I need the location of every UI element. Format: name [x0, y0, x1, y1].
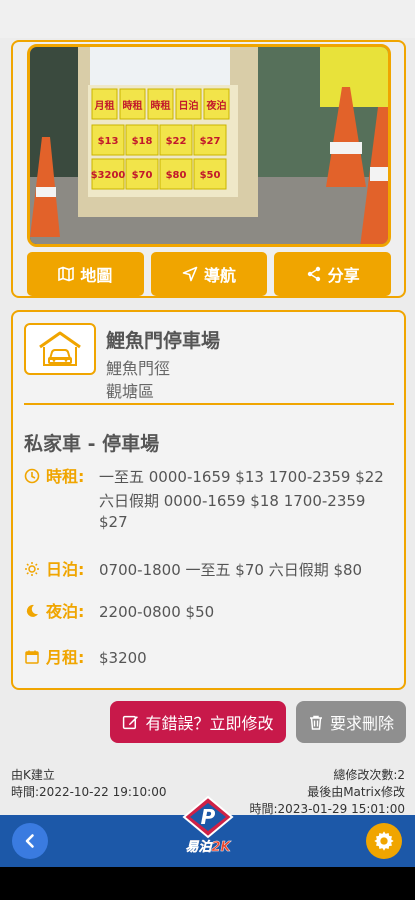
logo-text: 易泊2K [185, 839, 231, 855]
share-button-label: 分享 [327, 266, 360, 285]
edit-icon [123, 715, 139, 729]
map-button[interactable]: 地圖 [27, 252, 144, 296]
booth-price-text: $22 [166, 136, 187, 147]
hourly-rate-label: 時租: [46, 467, 85, 486]
hourly-rate-line1: 一至五 0000-1659 $13 1700-2359 $22 [99, 468, 384, 486]
gear-icon [374, 831, 394, 851]
booth-price-text: $50 [200, 170, 221, 181]
share-icon [307, 266, 320, 282]
action-buttons: 地圖 導航 分享 [27, 252, 392, 296]
report-error-label: 有錯誤？立即修改 [145, 714, 274, 733]
night-rate-value: 2200-0800 $50 [99, 603, 215, 621]
navigate-button[interactable]: 導航 [150, 252, 268, 296]
booth-price-text: $3200 [91, 170, 126, 181]
app-logo: P 易泊2K [176, 795, 240, 859]
carpark-street: 鯉魚門徑 [106, 359, 171, 378]
night-rate-label: 夜泊: [46, 602, 85, 621]
map-button-label: 地圖 [80, 266, 113, 285]
booth-sign-text: 日泊 [179, 99, 199, 112]
carpark-info-card: 鯉魚門停車場 鯉魚門徑 觀塘區 私家車 - 停車場 時租: 一至五 0000-1… [11, 310, 406, 690]
booth-price-text: $18 [132, 136, 153, 147]
booth-price-text: $13 [98, 136, 119, 147]
booth-price-text: $27 [200, 136, 221, 147]
carpark-photo-image: 月租 時租 時租 日泊 夜泊$13 $18 $22 $27$3200 $70 $80 $50 [30, 47, 388, 244]
carpark-photo[interactable]: 月租 時租 時租 日泊 夜泊 $13 $18 $22 $27 $3200 $70 $80 $50 [27, 44, 391, 247]
booth-sign-text: 時租 [151, 99, 171, 112]
divider [24, 403, 394, 405]
request-delete-label: 要求刪除 [329, 714, 394, 733]
created-time: 時間:2022-10-22 19:10:00 [11, 785, 167, 799]
created-by: 由K建立 [11, 768, 55, 782]
vehicle-type-title: 私家車 - 停車場 [24, 433, 160, 455]
edit-count: 總修改次數:2 [333, 768, 405, 782]
hourly-rate-line2: 六日假期 0000-1659 $18 1700-2359 [99, 492, 366, 510]
navigation-arrow-icon [182, 266, 198, 282]
night-rate-row: 夜泊: 2200-0800 $50 [24, 601, 394, 625]
monthly-rate-label: 月租: [46, 648, 85, 667]
day-rate-row: 日泊: 0700-1800 一至五 $70 六日假期 $80 [24, 559, 394, 583]
trash-icon [309, 715, 322, 730]
calendar-icon [25, 650, 39, 664]
moon-icon [26, 604, 38, 617]
sun-icon [25, 562, 39, 576]
share-button[interactable]: 分享 [274, 252, 392, 296]
carpark-thumbnail [24, 323, 96, 375]
system-navigation-bar [0, 867, 415, 900]
hourly-rate-line3: $27 [99, 513, 128, 531]
settings-button[interactable] [366, 823, 402, 859]
clock-icon [24, 468, 40, 484]
carpark-district: 觀塘區 [106, 382, 155, 401]
bottom-app-bar: P 易泊2K [0, 795, 415, 867]
booth-sign-text: 月租 [94, 99, 115, 112]
photo-card: 月租 時租 時租 日泊 夜泊 $13 $18 $22 $27 $3200 $70 $80 $50 地圖 … [11, 40, 406, 298]
map-icon [58, 266, 75, 282]
booth-sign-text: 夜泊 [206, 99, 227, 112]
report-error-button[interactable]: 有錯誤？立即修改 [110, 701, 286, 743]
request-delete-button[interactable]: 要求刪除 [296, 701, 406, 743]
monthly-rate-row: 月租: $3200 [24, 647, 394, 671]
booth-price-text: $80 [166, 170, 187, 181]
monthly-rate-value: $3200 [99, 649, 147, 667]
back-button[interactable] [12, 823, 48, 859]
booth-price-text: $70 [132, 170, 153, 181]
carpark-name: 鯉魚門停車場 [106, 330, 221, 352]
last-edited-by: 最後由Matrix修改 [307, 785, 405, 799]
carpark-icon [39, 331, 81, 366]
svg-text:P: P [201, 805, 216, 829]
hourly-rate-row: 時租: 一至五 0000-1659 $13 1700-2359 $22 六日假期… [24, 466, 394, 536]
navigate-button-label: 導航 [204, 266, 237, 285]
status-bar [0, 0, 415, 38]
chevron-left-icon [25, 834, 34, 848]
day-rate-label: 日泊: [46, 560, 85, 579]
day-rate-value: 0700-1800 一至五 $70 六日假期 $80 [99, 561, 363, 579]
booth-sign-text: 時租 [123, 99, 143, 112]
